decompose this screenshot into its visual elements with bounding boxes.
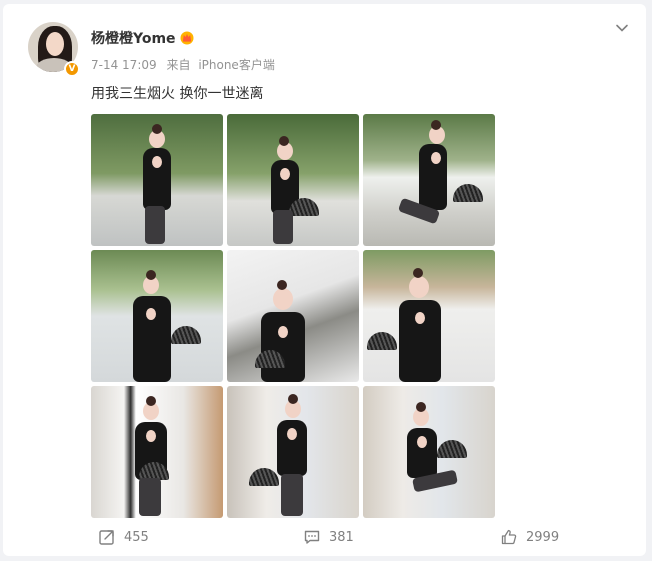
photo-9[interactable] — [363, 386, 495, 518]
photo-4[interactable] — [91, 250, 223, 382]
photo-7[interactable] — [91, 386, 223, 518]
weibo-post-card: V 杨橙橙Yome 7-14 17:09 来自 iPhone客户端 用我三生烟火… — [3, 4, 646, 556]
photo-6[interactable] — [363, 250, 495, 382]
post-text: 用我三生烟火 换你一世迷离 — [91, 86, 264, 102]
comment-button[interactable]: 381 — [303, 528, 354, 546]
username[interactable]: 杨橙橙Yome — [91, 28, 176, 48]
post-time[interactable]: 7-14 17:09 — [91, 58, 157, 72]
action-bar: 455 381 2999 — [3, 524, 646, 552]
vip-crown-icon — [180, 31, 194, 45]
like-count: 2999 — [526, 529, 560, 545]
post-source-prefix: 来自 — [166, 58, 191, 72]
verified-badge-icon: V — [64, 61, 80, 77]
repost-button[interactable]: 455 — [98, 528, 149, 546]
repost-count: 455 — [124, 529, 149, 545]
photo-1[interactable] — [91, 114, 223, 246]
chevron-down-icon[interactable] — [614, 20, 630, 36]
comment-count: 381 — [329, 529, 354, 545]
photo-8[interactable] — [227, 386, 359, 518]
photo-2[interactable] — [227, 114, 359, 246]
thumbs-up-icon — [501, 529, 517, 545]
photo-5[interactable] — [227, 250, 359, 382]
comment-icon — [304, 530, 320, 544]
photo-3[interactable] — [363, 114, 495, 246]
like-button[interactable]: 2999 — [500, 528, 559, 546]
repost-icon — [99, 530, 114, 545]
post-meta: 7-14 17:09 来自 iPhone客户端 — [91, 56, 275, 73]
post-source: iPhone客户端 — [198, 58, 275, 72]
photo-grid — [91, 114, 495, 518]
